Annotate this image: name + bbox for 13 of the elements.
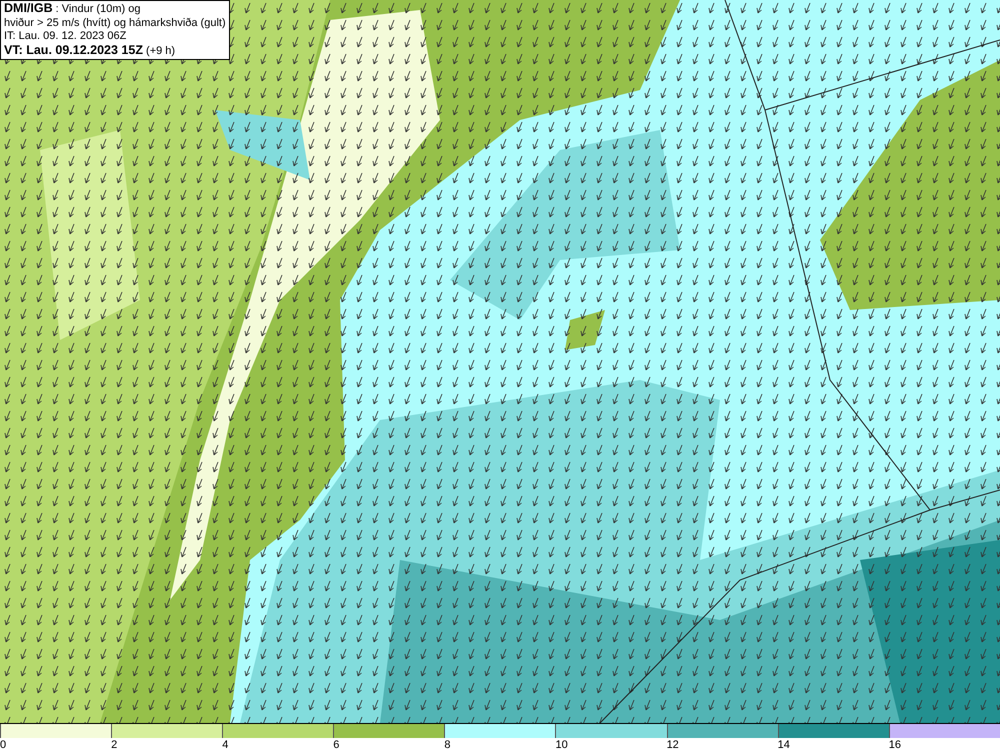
legend-label: 8 (444, 738, 450, 752)
legend-label: 6 (333, 738, 340, 752)
legend-label: 10 (555, 738, 568, 752)
legend-label: 2 (111, 738, 118, 752)
legend-label: 12 (666, 738, 679, 752)
legend-label: 0 (0, 738, 6, 752)
info-text: hviður > 25 m/s (hvítt) og hámarkshviða (gult) (4, 16, 226, 30)
info-text: DMI/IGB : Vindur (10m) og (4, 2, 142, 16)
info-text: IT: Lau. 09. 12. 2023 06Z (4, 30, 128, 44)
legend-label: 14 (778, 738, 790, 752)
legend-label: 16 (888, 738, 901, 752)
legend-label: 4 (222, 738, 228, 752)
info-text: VT: Lau. 09.12.2023 15Z (+9 h) (4, 44, 176, 58)
